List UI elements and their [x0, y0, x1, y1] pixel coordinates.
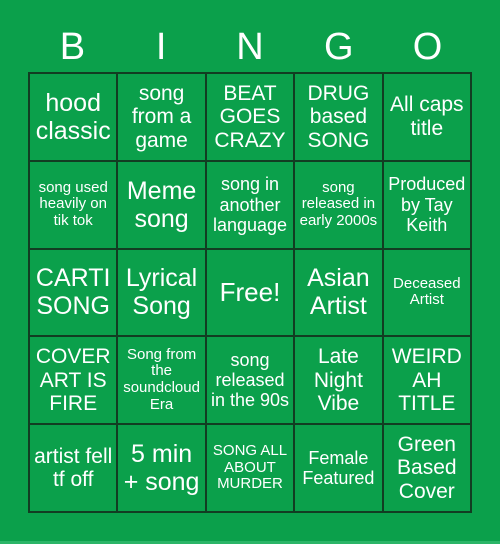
bingo-cell[interactable]: SONG ALL ABOUT MURDER [206, 425, 294, 511]
bingo-cell[interactable]: song released in the 90s [206, 337, 294, 424]
bingo-cell[interactable]: song used heavily on tik tok [30, 161, 117, 248]
header-letter-n: N [236, 26, 264, 68]
header-letter-i: I [155, 26, 167, 68]
bingo-cell[interactable]: Song from the soundcloud Era [118, 337, 205, 424]
header-letter-b: B [59, 26, 86, 68]
bingo-cell[interactable]: All caps title [383, 74, 470, 160]
bingo-cell[interactable]: Asian Artist [295, 249, 382, 336]
bingo-cell[interactable]: DRUG based SONG [295, 74, 382, 160]
bingo-cell[interactable]: WEIRD AH TITLE [383, 337, 470, 424]
bingo-cell[interactable]: 5 min + song [118, 425, 205, 511]
header-letter-g: G [324, 26, 354, 68]
bingo-cell[interactable]: song released in early 2000s [295, 161, 382, 248]
bingo-cell[interactable]: Green Based Cover [383, 425, 470, 511]
bingo-header: B I N G O [28, 22, 472, 72]
bingo-cell[interactable]: CARTI SONG [30, 249, 117, 336]
bingo-cell[interactable]: Produced by Tay Keith [383, 161, 470, 248]
bingo-cell[interactable]: Female Featured [295, 425, 382, 511]
bingo-cell[interactable]: Meme song [118, 161, 205, 248]
bingo-cell[interactable]: hood classic [30, 74, 117, 160]
bingo-cell[interactable]: Lyrical Song [118, 249, 205, 336]
bingo-cell[interactable]: song in another language [206, 161, 294, 248]
bingo-cell-free[interactable]: Free! [206, 249, 294, 336]
bingo-grid: hood classic song from a game BEAT GOES … [28, 72, 472, 513]
bingo-cell[interactable]: artist fell tf off [30, 425, 117, 511]
bingo-cell[interactable]: song from a game [118, 74, 205, 160]
bingo-cell[interactable]: COVER ART IS FIRE [30, 337, 117, 424]
header-letter-o: O [412, 26, 443, 68]
bingo-cell[interactable]: Late Night Vibe [295, 337, 382, 424]
bingo-card: B I N G O hood classic song from a game … [0, 0, 500, 544]
bingo-cell[interactable]: Deceased Artist [383, 249, 470, 336]
bingo-cell[interactable]: BEAT GOES CRAZY [206, 74, 294, 160]
